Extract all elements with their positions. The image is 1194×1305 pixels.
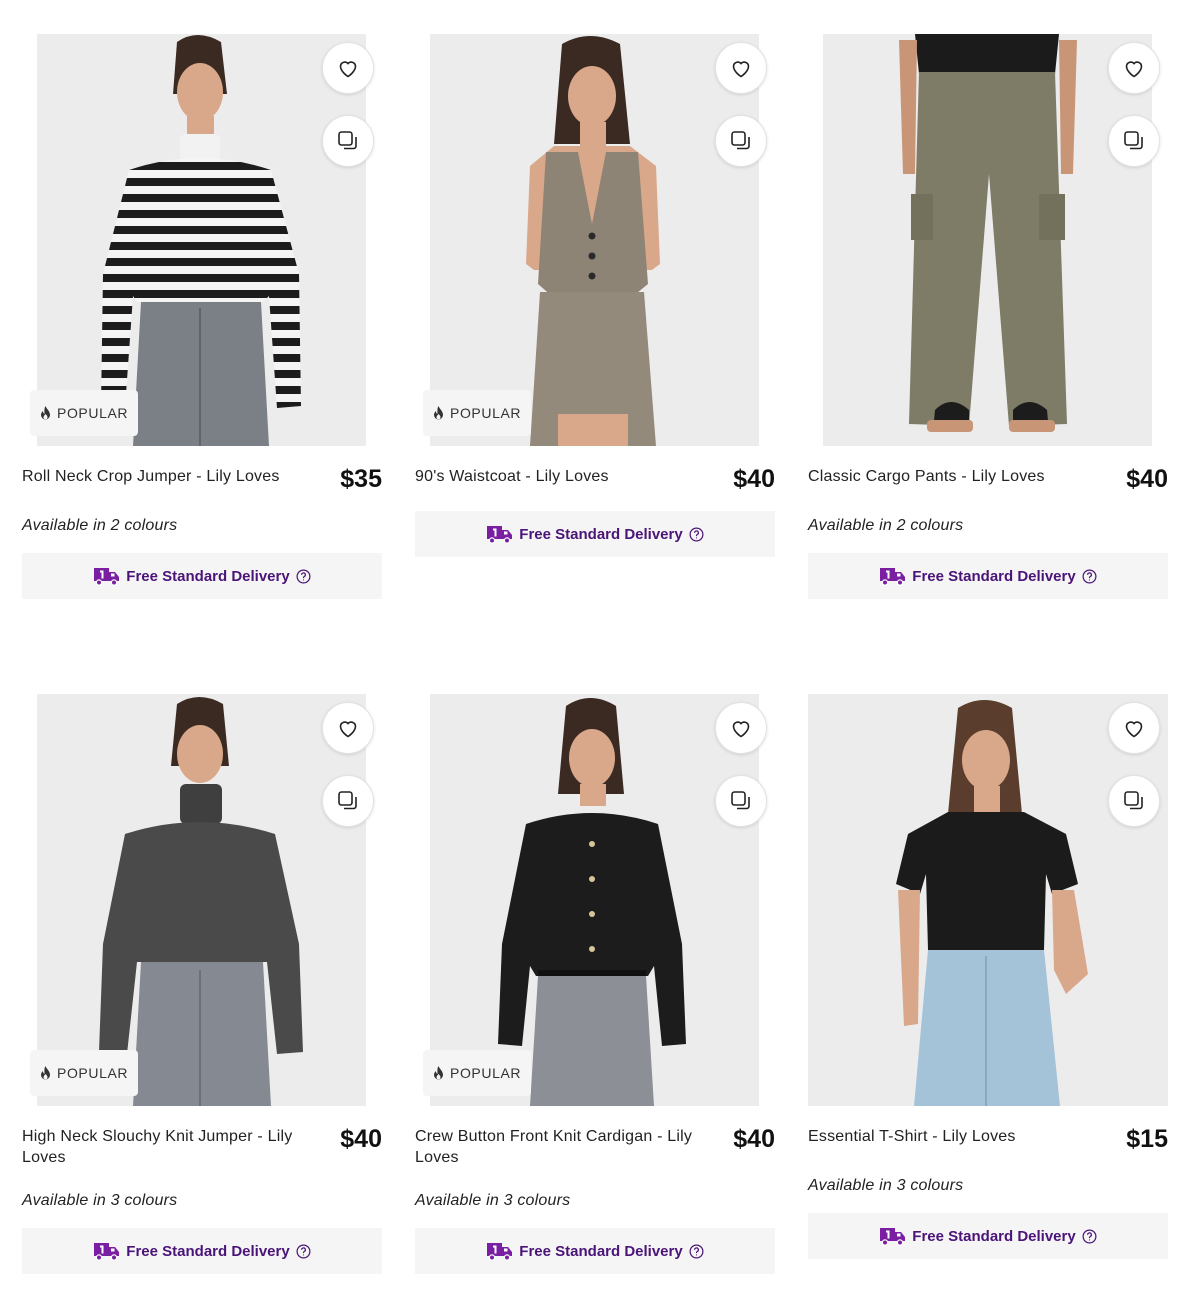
free-delivery-banner[interactable]: Free Standard Delivery [808, 1213, 1168, 1259]
delivery-label: Free Standard Delivery [519, 1242, 683, 1260]
product-photo[interactable] [808, 694, 1168, 1106]
compare-icon [731, 131, 750, 150]
wishlist-button[interactable] [1108, 702, 1160, 754]
product-title[interactable]: High Neck Slouchy Knit Jumper - Lily Lov… [22, 1126, 328, 1168]
delivery-truck-icon [487, 526, 513, 544]
product-image-container[interactable]: POPULAR [415, 694, 775, 1106]
compare-icon [731, 791, 750, 810]
help-circle-icon[interactable] [296, 569, 311, 584]
wishlist-button[interactable] [322, 42, 374, 94]
product-title[interactable]: Crew Button Front Knit Cardigan - Lily L… [415, 1126, 721, 1168]
product-photo[interactable] [823, 34, 1152, 446]
product-price: $40 [733, 465, 775, 493]
heart-icon [339, 721, 357, 738]
compare-icon [1124, 791, 1143, 810]
product-photo[interactable] [430, 34, 759, 446]
product-price: $40 [1126, 465, 1168, 493]
wishlist-button[interactable] [715, 42, 767, 94]
product-card[interactable]: Essential T-Shirt - Lily Loves $15 Avail… [808, 694, 1168, 1259]
product-card[interactable]: POPULAR Roll Neck Crop Jumper - Lily Lov… [22, 34, 382, 599]
colour-availability: Available in 3 colours [808, 1177, 964, 1194]
delivery-label: Free Standard Delivery [126, 567, 290, 585]
heart-icon [1125, 721, 1143, 738]
product-title[interactable]: Classic Cargo Pants - Lily Loves [808, 466, 1045, 487]
product-price: $35 [340, 465, 382, 493]
product-card[interactable]: Classic Cargo Pants - Lily Loves $40 Ava… [808, 34, 1168, 599]
wishlist-button[interactable] [1108, 42, 1160, 94]
free-delivery-banner[interactable]: Free Standard Delivery [415, 511, 775, 557]
delivery-truck-icon [94, 1243, 120, 1261]
flame-icon [41, 1066, 50, 1080]
compare-button[interactable] [715, 775, 767, 827]
compare-icon [338, 791, 357, 810]
compare-button[interactable] [1108, 115, 1160, 167]
product-photo[interactable] [430, 694, 759, 1106]
compare-button[interactable] [322, 115, 374, 167]
delivery-truck-icon [880, 1228, 906, 1246]
product-image-container[interactable] [808, 34, 1168, 446]
popular-badge: POPULAR [30, 1050, 139, 1096]
delivery-label: Free Standard Delivery [126, 1242, 290, 1260]
product-image-container[interactable] [808, 694, 1168, 1106]
product-price: $15 [1126, 1125, 1168, 1153]
product-price: $40 [733, 1125, 775, 1153]
product-title[interactable]: 90's Waistcoat - Lily Loves [415, 466, 609, 487]
popular-badge: POPULAR [30, 390, 139, 436]
product-price: $40 [340, 1125, 382, 1153]
colour-availability: Available in 3 colours [415, 1192, 571, 1209]
colour-availability: Available in 2 colours [808, 517, 964, 534]
flame-icon [434, 1066, 443, 1080]
popular-badge: POPULAR [423, 1050, 532, 1096]
help-circle-icon[interactable] [1082, 569, 1097, 584]
product-image-container[interactable]: POPULAR [22, 694, 382, 1106]
help-circle-icon[interactable] [296, 1244, 311, 1259]
popular-label: POPULAR [450, 1065, 522, 1081]
product-title[interactable]: Roll Neck Crop Jumper - Lily Loves [22, 466, 280, 487]
delivery-truck-icon [94, 568, 120, 586]
compare-button[interactable] [715, 115, 767, 167]
product-card[interactable]: POPULAR Crew Button Front Knit Cardigan … [415, 694, 775, 1274]
delivery-truck-icon [880, 568, 906, 586]
colour-availability: Available in 2 colours [22, 517, 178, 534]
wishlist-button[interactable] [715, 702, 767, 754]
help-circle-icon[interactable] [689, 527, 704, 542]
popular-label: POPULAR [450, 405, 522, 421]
product-photo[interactable] [37, 34, 366, 446]
free-delivery-banner[interactable]: Free Standard Delivery [808, 553, 1168, 599]
delivery-label: Free Standard Delivery [519, 525, 683, 543]
heart-icon [1125, 61, 1143, 78]
delivery-label: Free Standard Delivery [912, 1227, 1076, 1245]
heart-icon [732, 61, 750, 78]
heart-icon [732, 721, 750, 738]
product-image-container[interactable]: POPULAR [415, 34, 775, 446]
compare-icon [338, 131, 357, 150]
delivery-label: Free Standard Delivery [912, 567, 1076, 585]
product-card[interactable]: POPULAR High Neck Slouchy Knit Jumper - … [22, 694, 382, 1274]
delivery-truck-icon [487, 1243, 513, 1261]
free-delivery-banner[interactable]: Free Standard Delivery [22, 1228, 382, 1274]
free-delivery-banner[interactable]: Free Standard Delivery [22, 553, 382, 599]
flame-icon [434, 406, 443, 420]
wishlist-button[interactable] [322, 702, 374, 754]
product-image-container[interactable]: POPULAR [22, 34, 382, 446]
compare-button[interactable] [1108, 775, 1160, 827]
popular-label: POPULAR [57, 405, 129, 421]
compare-icon [1124, 131, 1143, 150]
heart-icon [339, 61, 357, 78]
flame-icon [41, 406, 50, 420]
popular-label: POPULAR [57, 1065, 129, 1081]
colour-availability: Available in 3 colours [22, 1192, 178, 1209]
free-delivery-banner[interactable]: Free Standard Delivery [415, 1228, 775, 1274]
product-card[interactable]: POPULAR 90's Waistcoat - Lily Loves $40 … [415, 34, 775, 557]
product-photo[interactable] [37, 694, 366, 1106]
help-circle-icon[interactable] [689, 1244, 704, 1259]
help-circle-icon[interactable] [1082, 1229, 1097, 1244]
compare-button[interactable] [322, 775, 374, 827]
popular-badge: POPULAR [423, 390, 532, 436]
product-title[interactable]: Essential T-Shirt - Lily Loves [808, 1126, 1016, 1147]
